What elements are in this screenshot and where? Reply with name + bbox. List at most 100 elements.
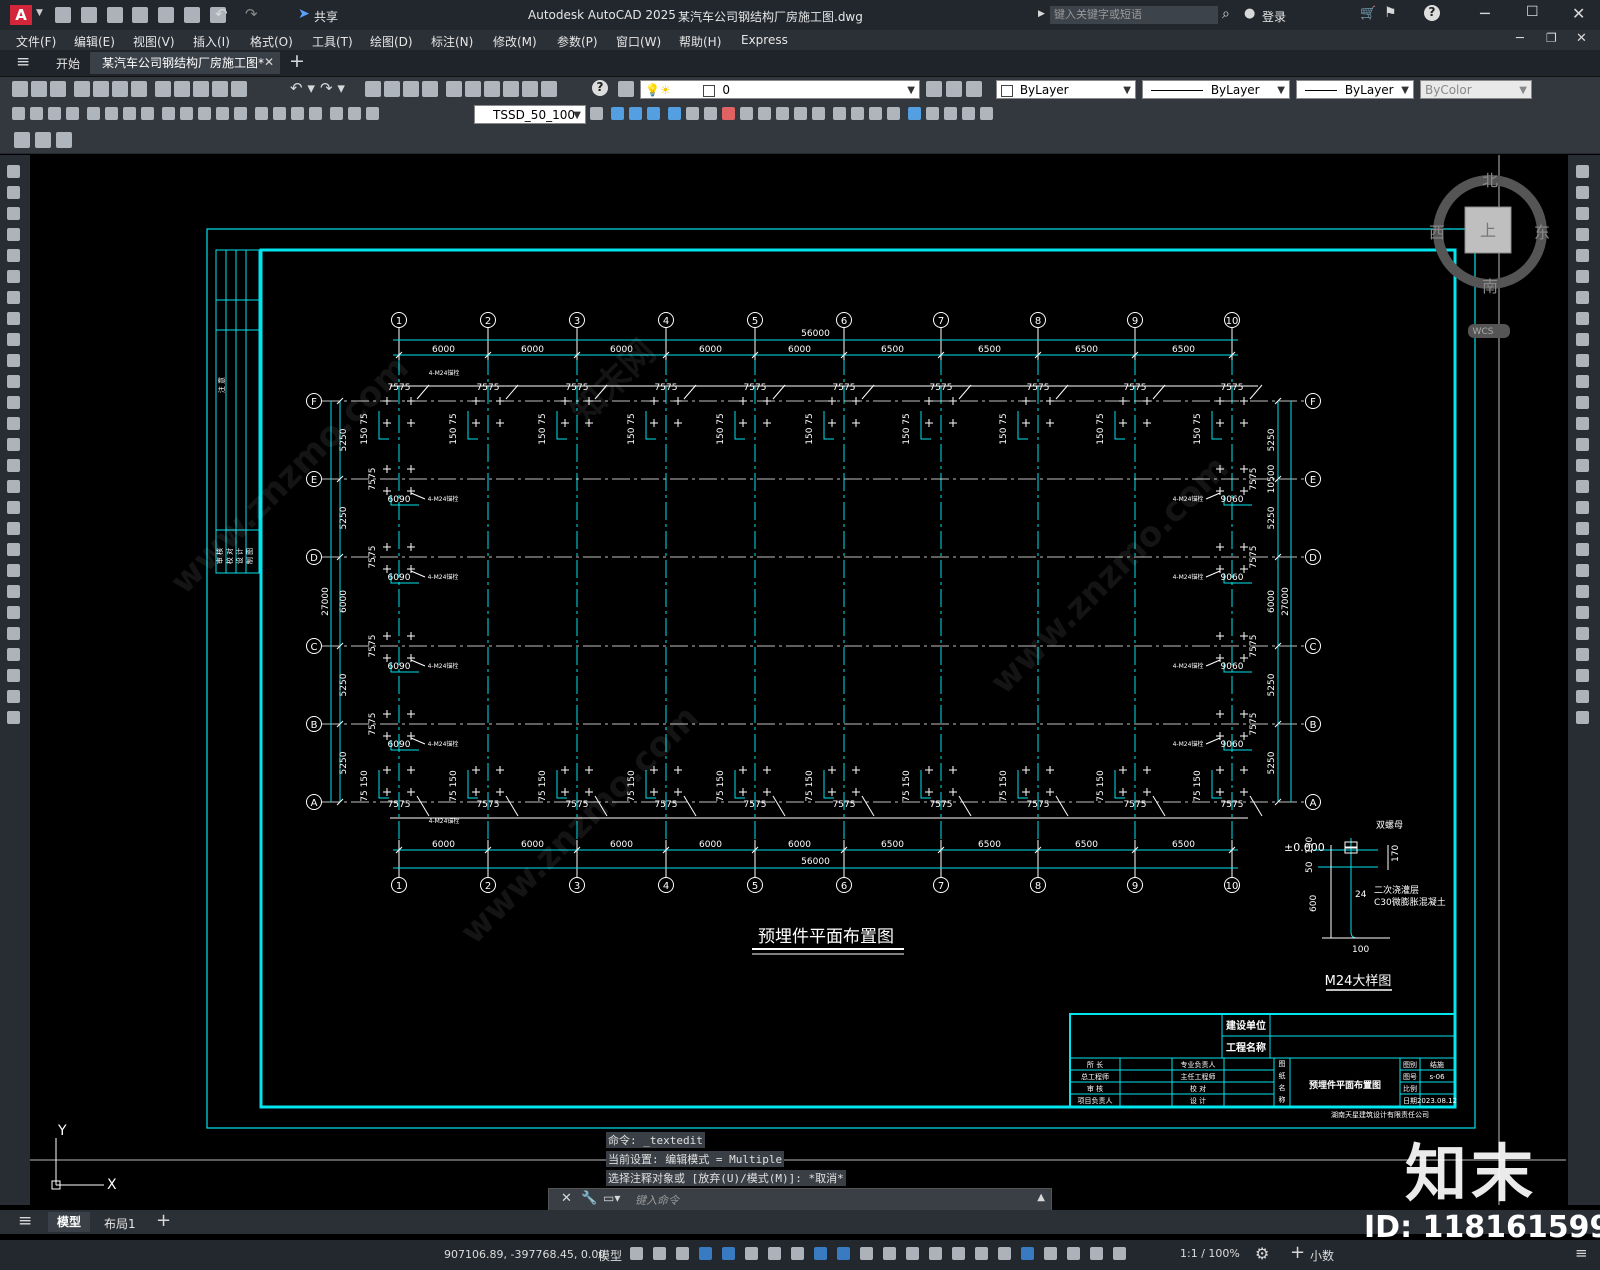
search-expand-icon[interactable]: ▶ <box>1038 9 1045 19</box>
tssd-tool-15-icon[interactable] <box>869 107 882 120</box>
open-web-icon[interactable] <box>158 7 175 23</box>
redo-icon[interactable]: ↷ <box>245 5 258 23</box>
draw-tool-26-icon[interactable] <box>7 690 20 703</box>
tab-model[interactable]: 模型 <box>48 1212 90 1232</box>
tssd-tool-6-icon[interactable] <box>704 107 717 120</box>
modify-tool-1-icon[interactable] <box>1576 165 1589 178</box>
maximize-icon[interactable]: ☐ <box>1526 4 1539 20</box>
modify-tool-18-icon[interactable] <box>1576 522 1589 535</box>
tssd-tool-14-icon[interactable] <box>851 107 864 120</box>
modify-tool-17-icon[interactable] <box>1576 501 1589 514</box>
modify-tool-4-icon[interactable] <box>1576 228 1589 241</box>
tssd-tool-1-icon[interactable] <box>611 107 624 120</box>
layer-manager-icon[interactable] <box>618 81 634 97</box>
menu-view[interactable]: 视图(V) <box>133 33 175 50</box>
modify-tool-19-icon[interactable] <box>1576 543 1589 556</box>
draw-tool-9-icon[interactable] <box>7 333 20 346</box>
status-toggle-17-icon[interactable] <box>998 1247 1011 1260</box>
tssd-tool-16-icon[interactable] <box>887 107 900 120</box>
zoom-previous-icon[interactable] <box>422 81 438 97</box>
doc-minimize-icon[interactable]: ─ <box>1516 31 1524 46</box>
preview-icon[interactable] <box>93 81 109 97</box>
minimize-icon[interactable]: ─ <box>1480 4 1490 23</box>
modify-tool-13-icon[interactable] <box>1576 417 1589 430</box>
copy-icon[interactable] <box>174 81 190 97</box>
tssd-tool-12-icon[interactable] <box>812 107 825 120</box>
lineweight-dropdown[interactable]: ByLayer ▼ <box>1296 80 1414 99</box>
tssd-tool-2-icon[interactable] <box>629 107 642 120</box>
draw-tool-3-icon[interactable] <box>7 207 20 220</box>
tssd-tool-11-icon[interactable] <box>794 107 807 120</box>
search-icon[interactable]: ⌕ <box>1222 6 1230 22</box>
draw-tool-5-icon[interactable] <box>7 249 20 262</box>
cut-icon[interactable] <box>155 81 171 97</box>
tssd-tool-7-icon[interactable] <box>722 107 735 120</box>
draw-tool-16-icon[interactable] <box>7 480 20 493</box>
quick-dim-icon[interactable] <box>162 107 175 120</box>
menu-format[interactable]: 格式(O) <box>250 33 293 50</box>
menu-draw[interactable]: 绘图(D) <box>370 33 413 50</box>
modify-tool-16-icon[interactable] <box>1576 480 1589 493</box>
draw-tool-17-icon[interactable] <box>7 501 20 514</box>
modify-tool-2-icon[interactable] <box>1576 186 1589 199</box>
draw-tool-13-icon[interactable] <box>7 417 20 430</box>
app-logo-icon[interactable]: A <box>10 5 32 25</box>
add-layout-icon[interactable]: + <box>156 1210 171 1231</box>
status-toggle-3-icon[interactable] <box>676 1247 689 1260</box>
dwf-icon[interactable] <box>131 81 147 97</box>
undo-toolbar-icon[interactable]: ↶ ▾ <box>290 79 315 97</box>
draw-tool-14-icon[interactable] <box>7 438 20 451</box>
modify-tool-14-icon[interactable] <box>1576 438 1589 451</box>
search-input[interactable]: 键入关键字或短语 <box>1050 6 1218 24</box>
draw-tool-18-icon[interactable] <box>7 522 20 535</box>
modify-tool-26-icon[interactable] <box>1576 690 1589 703</box>
status-toggle-20-icon[interactable] <box>1067 1247 1080 1260</box>
draw-tool-12-icon[interactable] <box>7 396 20 409</box>
draw-tool-7-icon[interactable] <box>7 291 20 304</box>
tssd-tool-21-icon[interactable] <box>980 107 993 120</box>
tssd-tool-19-icon[interactable] <box>944 107 957 120</box>
tool-palettes-icon[interactable] <box>484 81 500 97</box>
modify-tool-5-icon[interactable] <box>1576 249 1589 262</box>
modify-tool-21-icon[interactable] <box>1576 585 1589 598</box>
status-toggle-19-icon[interactable] <box>1044 1247 1057 1260</box>
modify-tool-25-icon[interactable] <box>1576 669 1589 682</box>
status-toggle-8-icon[interactable] <box>791 1247 804 1260</box>
zoom-plus-icon[interactable]: + <box>1290 1242 1305 1263</box>
viewcube-wcs[interactable]: WCS <box>1473 327 1494 337</box>
tssd-tool-3-icon[interactable] <box>647 107 660 120</box>
paste-icon[interactable] <box>193 81 209 97</box>
hamburger-icon[interactable]: ≡ <box>16 52 30 72</box>
command-customize-icon[interactable]: 🔧 <box>581 1191 597 1206</box>
status-toggle-1-icon[interactable] <box>630 1247 643 1260</box>
command-prompt-icon[interactable]: ▭▾ <box>603 1191 620 1205</box>
menu-file[interactable]: 文件(F) <box>16 33 56 50</box>
close-icon[interactable]: ✕ <box>1572 4 1585 23</box>
linetype-dropdown[interactable]: ByLayer ▼ <box>1142 80 1290 99</box>
status-toggle-10-icon[interactable] <box>837 1247 850 1260</box>
extra-tool-3-icon[interactable] <box>56 132 72 148</box>
tssd-tool-10-icon[interactable] <box>776 107 789 120</box>
modify-tool-27-icon[interactable] <box>1576 711 1589 724</box>
tab-start[interactable]: 开始 <box>56 55 80 72</box>
dim-aligned-icon[interactable] <box>30 107 43 120</box>
zoom-realtime-icon[interactable] <box>384 81 400 97</box>
dim-radius-icon[interactable] <box>87 107 100 120</box>
status-toggle-4-icon[interactable] <box>699 1247 712 1260</box>
modify-tool-20-icon[interactable] <box>1576 564 1589 577</box>
status-toggle-2-icon[interactable] <box>653 1247 666 1260</box>
menu-insert[interactable]: 插入(I) <box>193 33 230 50</box>
dim-space-icon[interactable] <box>216 107 229 120</box>
tab-active-file[interactable]: 某汽车公司钢结构厂房施工图* ✕ <box>90 52 280 74</box>
menu-window[interactable]: 窗口(W) <box>616 33 661 50</box>
doc-restore-icon[interactable]: ❐ <box>1546 31 1557 45</box>
share-icon[interactable]: ➤ <box>298 6 310 22</box>
properties-icon[interactable] <box>446 81 462 97</box>
status-toggle-9-icon[interactable] <box>814 1247 827 1260</box>
draw-tool-4-icon[interactable] <box>7 228 20 241</box>
dim-edit-icon[interactable] <box>330 107 343 120</box>
modify-tool-11-icon[interactable] <box>1576 375 1589 388</box>
dim-diameter-icon[interactable] <box>123 107 136 120</box>
user-icon[interactable]: ● <box>1244 6 1255 21</box>
draw-tool-27-icon[interactable] <box>7 711 20 724</box>
